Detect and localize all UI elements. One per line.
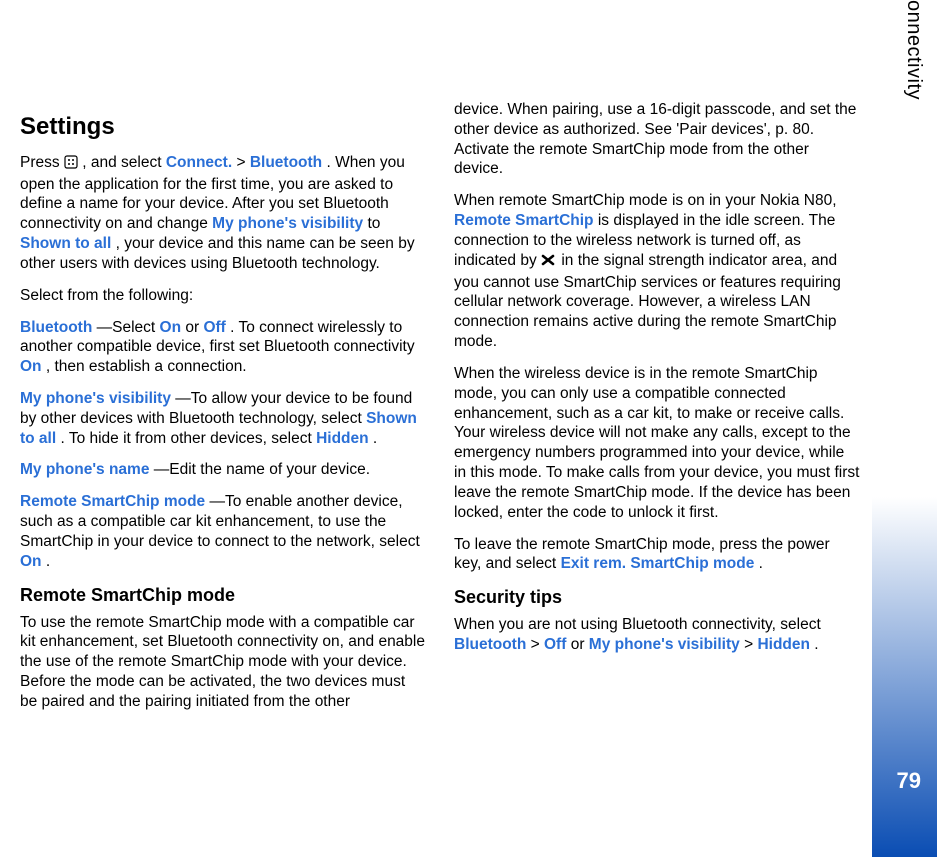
value-hidden: Hidden (757, 636, 810, 653)
text: . (46, 553, 50, 570)
text: —Edit the name of your device. (154, 461, 370, 478)
section-label: Connectivity (902, 0, 925, 100)
select-from: Select from the following: (20, 286, 426, 306)
menu-bluetooth: Bluetooth (250, 154, 322, 171)
no-signal-icon (541, 253, 557, 273)
pairing-continued: device. When pairing, use a 16-digit pas… (454, 100, 860, 179)
text: —Select (97, 319, 160, 336)
label-bluetooth: Bluetooth (20, 319, 92, 336)
remote-smartchip-idle: When remote SmartChip mode is on in your… (454, 191, 860, 352)
text: Press (20, 154, 64, 171)
option-shown-to-all: Shown to all (20, 235, 111, 252)
heading-remote-smartchip: Remote SmartChip mode (20, 584, 426, 607)
security-tips-body: When you are not using Bluetooth connect… (454, 615, 860, 655)
text: > (744, 636, 757, 653)
page-number: 79 (897, 768, 921, 794)
text: . (759, 555, 763, 572)
heading-security-tips: Security tips (454, 586, 860, 609)
menu-key-icon (64, 155, 78, 175)
option-remote-smartchip: Remote SmartChip mode —To enable another… (20, 492, 426, 571)
text: . To hide it from other devices, select (60, 430, 316, 447)
value-off: Off (544, 636, 566, 653)
text: When you are not using Bluetooth connect… (454, 616, 821, 633)
left-column: Settings Press , and select Connect. > B… (20, 100, 426, 724)
text: When remote SmartChip mode is on in your… (454, 192, 837, 209)
label-visibility: My phone's visibility (20, 390, 171, 407)
menu-connect: Connect. (166, 154, 232, 171)
text: or (571, 636, 589, 653)
menu-bluetooth: Bluetooth (454, 636, 526, 653)
text: > (531, 636, 544, 653)
text: . (373, 430, 377, 447)
text: > (236, 154, 249, 171)
remote-smartchip-calls: When the wireless device is in the remot… (454, 364, 860, 523)
right-column: device. When pairing, use a 16-digit pas… (454, 100, 860, 724)
option-bluetooth: Bluetooth —Select On or Off . To connect… (20, 318, 426, 377)
value-on: On (20, 358, 42, 375)
text: , and select (82, 154, 166, 171)
value-hidden: Hidden (316, 430, 369, 447)
value-on: On (160, 319, 182, 336)
heading-settings: Settings (20, 112, 426, 143)
text: , then establish a connection. (46, 358, 247, 375)
option-visibility: My phone's visibility —To allow your dev… (20, 389, 426, 448)
value-off: Off (203, 319, 225, 336)
text: to (367, 215, 380, 232)
page-content: Settings Press , and select Connect. > B… (20, 100, 860, 724)
text: . (814, 636, 818, 653)
value-on: On (20, 553, 42, 570)
option-my-phones-visibility: My phone's visibility (212, 215, 363, 232)
label-remote-smartchip: Remote SmartChip (454, 212, 594, 229)
option-phone-name: My phone's name —Edit the name of your d… (20, 460, 426, 480)
remote-smartchip-body: To use the remote SmartChip mode with a … (20, 613, 426, 712)
sidebar-gradient: Connectivity 79 (872, 0, 937, 857)
menu-exit-rem-smartchip: Exit rem. SmartChip mode (561, 555, 755, 572)
remote-smartchip-leave: To leave the remote SmartChip mode, pres… (454, 535, 860, 575)
settings-intro: Press , and select Connect. > Bluetooth … (20, 153, 426, 274)
option-my-phones-visibility: My phone's visibility (589, 636, 740, 653)
text: or (185, 319, 203, 336)
label-remote-smartchip: Remote SmartChip mode (20, 493, 205, 510)
label-phone-name: My phone's name (20, 461, 149, 478)
